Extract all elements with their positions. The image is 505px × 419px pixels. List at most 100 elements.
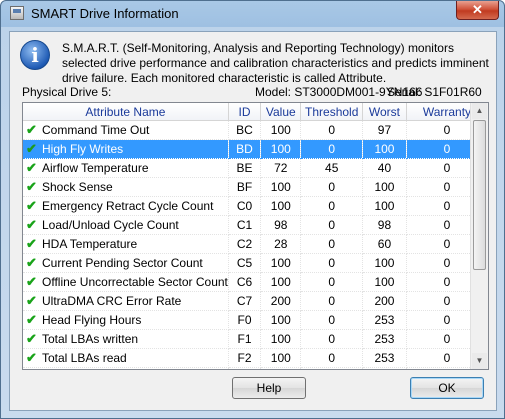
vertical-scrollbar[interactable]: ▲ ▼ xyxy=(470,103,488,369)
help-button[interactable]: Help xyxy=(232,377,306,399)
attribute-id-cell: F2 xyxy=(228,348,262,368)
table-row[interactable]: ✔ High Fly Writes BD 100 0 100 0 xyxy=(23,139,488,159)
attribute-id-cell: F1 xyxy=(228,329,262,349)
attribute-value-cell: 100 xyxy=(260,329,302,349)
table-row[interactable]: ✔ Airflow Temperature BE 72 45 40 0 xyxy=(23,158,488,178)
attribute-name-cell: ✔ High Fly Writes xyxy=(23,139,229,159)
green-check-icon: ✔ xyxy=(26,236,37,251)
attribute-worst-cell: 253 xyxy=(362,348,407,368)
attribute-threshold-cell: 0 xyxy=(300,177,364,197)
table-row[interactable]: ✔ Total LBAs read F2 100 0 253 0 xyxy=(23,348,488,368)
attribute-value-cell: 200 xyxy=(260,291,302,311)
column-header-value[interactable]: Value xyxy=(260,103,302,121)
column-header-worst[interactable]: Worst xyxy=(362,103,407,121)
attribute-name: Head Flying Hours xyxy=(42,313,142,327)
dialog-content: i S.M.A.R.T. (Self-Monitoring, Analysis … xyxy=(9,31,497,411)
attribute-name-cell: ✔ Total LBAs read xyxy=(23,348,229,368)
empty-cell xyxy=(300,367,364,369)
window-title: SMART Drive Information xyxy=(31,6,179,21)
table-row[interactable]: ✔ HDA Temperature C2 28 0 60 0 xyxy=(23,234,488,254)
attribute-threshold-cell: 0 xyxy=(300,291,364,311)
attribute-value-cell: 98 xyxy=(260,215,302,235)
attribute-name: Emergency Retract Cycle Count xyxy=(42,199,214,213)
attribute-name: UltraDMA CRC Error Rate xyxy=(42,294,182,308)
attribute-worst-cell: 200 xyxy=(362,291,407,311)
attribute-threshold-cell: 0 xyxy=(300,253,364,273)
attribute-name: Load/Unload Cycle Count xyxy=(42,218,179,232)
ok-button[interactable]: OK xyxy=(410,377,484,399)
physical-drive-label: Physical Drive 5: xyxy=(22,85,112,99)
attribute-list[interactable]: Attribute Name ID Value Threshold Worst … xyxy=(22,102,489,370)
close-button[interactable]: ✕ xyxy=(456,1,499,20)
table-row[interactable]: ✔ Offline Uncorrectable Sector Count C6 100… xyxy=(23,272,488,292)
info-icon: i xyxy=(20,40,50,70)
column-header-threshold[interactable]: Threshold xyxy=(300,103,364,121)
attribute-name: Shock Sense xyxy=(42,180,113,194)
attribute-threshold-cell: 0 xyxy=(300,120,364,140)
attribute-name: Command Time Out xyxy=(42,123,150,137)
attribute-worst-cell: 253 xyxy=(362,310,407,330)
attribute-name-cell: ✔ UltraDMA CRC Error Rate xyxy=(23,291,229,311)
attribute-threshold-cell: 0 xyxy=(300,310,364,330)
scroll-down-icon[interactable]: ▼ xyxy=(472,353,487,369)
attribute-worst-cell: 100 xyxy=(362,272,407,292)
table-row[interactable]: ✔ UltraDMA CRC Error Rate C7 200 0 200 0 xyxy=(23,291,488,311)
green-check-icon: ✔ xyxy=(26,179,37,194)
table-row[interactable]: ✔ Current Pending Sector Count C5 100 0 100 0 xyxy=(23,253,488,273)
attribute-id-cell: BF xyxy=(228,177,262,197)
table-row[interactable]: ✔ Emergency Retract Cycle Count C0 100 0 100 0 xyxy=(23,196,488,216)
attribute-worst-cell: 98 xyxy=(362,215,407,235)
table-row[interactable]: ✔ Total LBAs written F1 100 0 253 0 xyxy=(23,329,488,349)
attribute-name-cell: ✔ Offline Uncorrectable Sector Count xyxy=(23,272,229,292)
attribute-id-cell: BD xyxy=(228,139,262,159)
attribute-name: Airflow Temperature xyxy=(42,161,149,175)
attribute-worst-cell: 100 xyxy=(362,196,407,216)
attribute-name-cell: ✔ Shock Sense xyxy=(23,177,229,197)
green-check-icon: ✔ xyxy=(26,331,37,346)
column-header-attribute-name[interactable]: Attribute Name xyxy=(23,103,229,121)
attribute-threshold-cell: 0 xyxy=(300,329,364,349)
drive-serial: Serial: S1F01R60 xyxy=(387,85,482,99)
attribute-id-cell: C7 xyxy=(228,291,262,311)
empty-cell xyxy=(23,367,229,369)
attribute-worst-cell: 97 xyxy=(362,120,407,140)
table-row[interactable]: ✔ Shock Sense BF 100 0 100 0 xyxy=(23,177,488,197)
attribute-name: HDA Temperature xyxy=(42,237,138,251)
green-check-icon: ✔ xyxy=(26,122,37,137)
attribute-threshold-cell: 0 xyxy=(300,196,364,216)
attribute-name-cell: ✔ Load/Unload Cycle Count xyxy=(23,215,229,235)
green-check-icon: ✔ xyxy=(26,312,37,327)
green-check-icon: ✔ xyxy=(26,217,37,232)
attribute-threshold-cell: 0 xyxy=(300,234,364,254)
green-check-icon: ✔ xyxy=(26,350,37,365)
attribute-threshold-cell: 45 xyxy=(300,158,364,178)
attribute-threshold-cell: 0 xyxy=(300,139,364,159)
attribute-name-cell: ✔ Current Pending Sector Count xyxy=(23,253,229,273)
scroll-up-icon[interactable]: ▲ xyxy=(472,103,487,119)
attribute-threshold-cell: 0 xyxy=(300,348,364,368)
table-row[interactable]: ✔ Load/Unload Cycle Count C1 98 0 98 0 xyxy=(23,215,488,235)
green-check-icon: ✔ xyxy=(26,198,37,213)
scrollbar-thumb[interactable] xyxy=(473,120,486,270)
attribute-value-cell: 100 xyxy=(260,272,302,292)
attribute-worst-cell: 100 xyxy=(362,177,407,197)
title-bar[interactable]: SMART Drive Information ✕ xyxy=(1,1,504,26)
table-row[interactable]: ✔ Command Time Out BC 100 0 97 0 xyxy=(23,120,488,140)
attribute-name-cell: ✔ HDA Temperature xyxy=(23,234,229,254)
attribute-name-cell: ✔ Airflow Temperature xyxy=(23,158,229,178)
attribute-name: Total LBAs read xyxy=(42,351,127,365)
attribute-id-cell: F0 xyxy=(228,310,262,330)
attribute-value-cell: 100 xyxy=(260,120,302,140)
attribute-value-cell: 72 xyxy=(260,158,302,178)
column-header-id[interactable]: ID xyxy=(228,103,262,121)
attribute-value-cell: 100 xyxy=(260,139,302,159)
table-row[interactable]: ✔ Head Flying Hours F0 100 0 253 0 xyxy=(23,310,488,330)
attribute-value-cell: 100 xyxy=(260,310,302,330)
attribute-id-cell: C0 xyxy=(228,196,262,216)
attribute-id-cell: C2 xyxy=(228,234,262,254)
empty-cell xyxy=(228,367,262,369)
attribute-name: Offline Uncorrectable Sector Count xyxy=(42,275,228,289)
green-check-icon: ✔ xyxy=(26,255,37,270)
attribute-id-cell: BE xyxy=(228,158,262,178)
attribute-name: Total LBAs written xyxy=(42,332,139,346)
